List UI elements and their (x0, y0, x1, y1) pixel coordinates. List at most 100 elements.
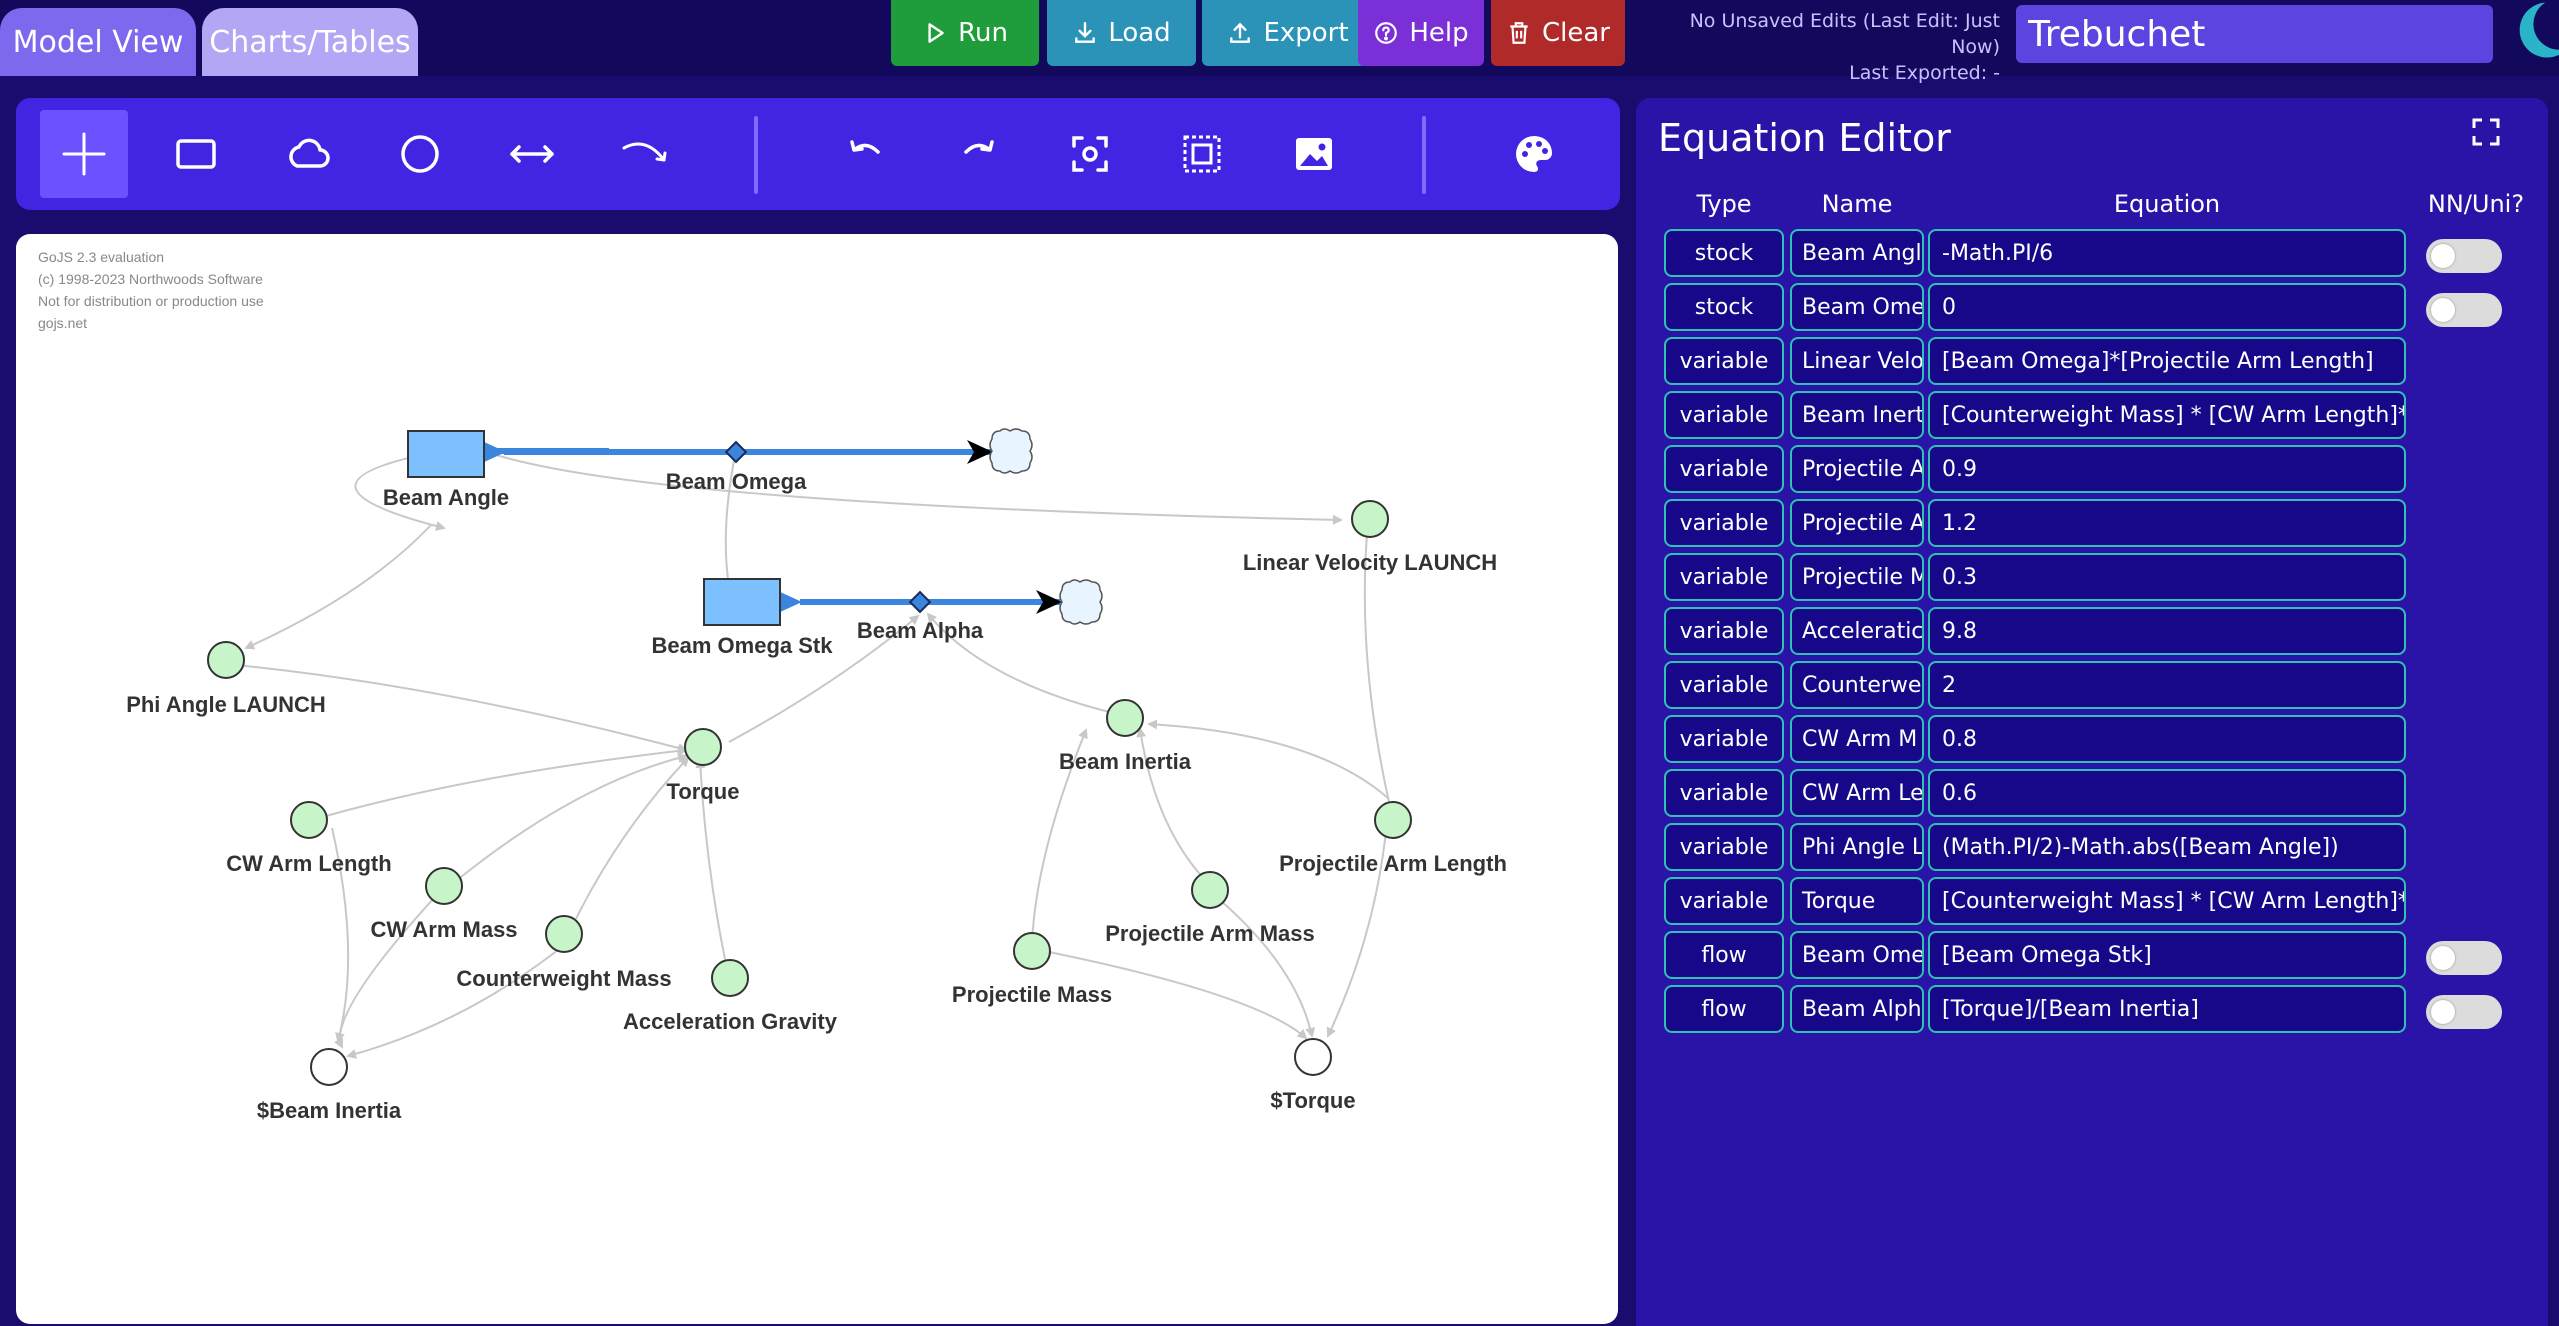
equation-row: variable Linear Velo [Beam Omega]*[Proje… (1636, 334, 2548, 388)
tab-model-view[interactable]: Model View (0, 8, 196, 76)
export-image-button[interactable] (1270, 110, 1358, 198)
cloud-node (989, 428, 1033, 474)
equation-field[interactable]: [Torque]/[Beam Inertia] (1928, 985, 2406, 1033)
name-field[interactable]: Projectile A (1790, 499, 1924, 547)
palette-button[interactable] (1490, 110, 1578, 198)
influence-tool-button[interactable] (600, 110, 688, 198)
equation-row: stock Beam Ome 0 (1636, 280, 2548, 334)
node-label: Projectile Mass (952, 982, 1112, 1007)
name-field[interactable]: Acceleratic (1790, 607, 1924, 655)
type-cell: variable (1664, 661, 1784, 709)
influence-link (1212, 893, 1316, 1038)
name-field[interactable]: Projectile A (1790, 445, 1924, 493)
cw-arm-length-node (290, 801, 328, 839)
help-button[interactable]: Help (1358, 0, 1484, 66)
equation-field[interactable]: [Counterweight Mass] * [CW Arm Length]*[… (1928, 877, 2406, 925)
help-label: Help (1409, 18, 1469, 48)
equation-field[interactable]: [Beam Omega]*[Projectile Arm Length] (1928, 337, 2406, 385)
projectile-arm-length-node (1374, 801, 1412, 839)
node-label: Torque (667, 779, 740, 804)
node-label: Projectile Arm Length (1279, 851, 1507, 876)
model-canvas[interactable]: GoJS 2.3 evaluation (c) 1998-2023 Northw… (16, 234, 1618, 1324)
name-field[interactable]: Beam Alph (1790, 985, 1924, 1033)
cloud-icon (289, 138, 330, 168)
save-status: No Unsaved Edits (Last Edit: Just Now) L… (1640, 8, 2000, 86)
undo-icon (850, 140, 880, 154)
equation-field[interactable]: 0.6 (1928, 769, 2406, 817)
node-label: Beam Alpha (857, 618, 984, 643)
influence-link (475, 447, 1343, 525)
name-field[interactable]: Phi Angle L (1790, 823, 1924, 871)
circle-icon (401, 135, 439, 173)
type-cell: stock (1664, 283, 1784, 331)
clear-button[interactable]: Clear (1491, 0, 1625, 66)
run-label: Run (958, 18, 1008, 48)
nn-toggle[interactable] (2426, 293, 2502, 327)
beam-omega-stk-stock (703, 578, 781, 626)
center-view-button[interactable] (1046, 110, 1134, 198)
name-field[interactable]: Projectile M (1790, 553, 1924, 601)
name-field[interactable]: Linear Velo (1790, 337, 1924, 385)
equation-row: variable Beam Inert [Counterweight Mass]… (1636, 388, 2548, 442)
load-button[interactable]: Load (1047, 0, 1196, 66)
type-cell: flow (1664, 985, 1784, 1033)
name-field[interactable]: Beam Inert (1790, 391, 1924, 439)
pointer-tool-button[interactable] (40, 110, 128, 198)
export-status-text: Last Exported: - (1849, 62, 2000, 84)
flow-tool-button[interactable] (488, 110, 576, 198)
palette-icon (1516, 136, 1553, 172)
export-label: Export (1263, 18, 1349, 48)
type-cell: variable (1664, 607, 1784, 655)
double-arrow-icon (510, 145, 554, 163)
type-cell: variable (1664, 769, 1784, 817)
equation-field[interactable]: [Counterweight Mass] * [CW Arm Length]**… (1928, 391, 2406, 439)
influence-link (334, 884, 447, 1049)
variable-tool-button[interactable] (376, 110, 464, 198)
select-all-button[interactable] (1158, 110, 1246, 198)
export-button[interactable]: Export (1202, 0, 1374, 66)
name-field[interactable]: Beam Ome (1790, 283, 1924, 331)
equation-field[interactable]: 2 (1928, 661, 2406, 709)
cloud-tool-button[interactable] (264, 110, 352, 198)
torque-node (684, 728, 722, 766)
fullscreen-icon[interactable] (2472, 118, 2500, 146)
run-button[interactable]: Run (891, 0, 1039, 66)
equation-field[interactable]: 9.8 (1928, 607, 2406, 655)
name-field[interactable]: Beam Angl (1790, 229, 1924, 277)
equation-field[interactable]: 0.8 (1928, 715, 2406, 763)
stock-flow-diagram[interactable]: Beam Angle Beam Omega Linear Velocity LA… (16, 234, 1618, 1324)
equation-field[interactable]: 0.9 (1928, 445, 2406, 493)
edit-status-text: No Unsaved Edits (Last Edit: Just Now) (1689, 10, 2000, 58)
top-bar: Model View Charts/Tables Run Load Export… (0, 0, 2559, 84)
nn-toggle[interactable] (2426, 239, 2502, 273)
nn-toggle[interactable] (2426, 941, 2502, 975)
equation-row: variable Projectile A 0.9 (1636, 442, 2548, 496)
equation-field[interactable]: [Beam Omega Stk] (1928, 931, 2406, 979)
name-field[interactable]: CW Arm M (1790, 715, 1924, 763)
tab-charts-tables[interactable]: Charts/Tables (202, 8, 418, 76)
equation-field[interactable]: 0 (1928, 283, 2406, 331)
nn-toggle[interactable] (2426, 995, 2502, 1029)
equation-field[interactable]: 1.2 (1928, 499, 2406, 547)
name-field[interactable]: Torque (1790, 877, 1924, 925)
name-field[interactable]: Beam Ome (1790, 931, 1924, 979)
redo-icon (964, 140, 994, 154)
type-cell: variable (1664, 553, 1784, 601)
undo-button[interactable] (822, 110, 910, 198)
equation-field[interactable]: 0.3 (1928, 553, 2406, 601)
stock-tool-button[interactable] (152, 110, 240, 198)
name-field[interactable]: Counterwe (1790, 661, 1924, 709)
toolbar-divider (754, 116, 758, 194)
node-label: Counterweight Mass (456, 966, 671, 991)
name-field[interactable]: CW Arm Le (1790, 769, 1924, 817)
equation-field[interactable]: -Math.PI/6 (1928, 229, 2406, 277)
redo-button[interactable] (934, 110, 1022, 198)
moon-icon[interactable] (2500, 0, 2559, 60)
equation-field[interactable]: (Math.PI/2)-Math.abs([Beam Angle]) (1928, 823, 2406, 871)
play-icon (928, 23, 944, 43)
influence-link (244, 523, 433, 650)
type-cell: variable (1664, 391, 1784, 439)
model-title-input[interactable] (2016, 5, 2493, 63)
equation-row: flow Beam Ome [Beam Omega Stk] (1636, 928, 2548, 982)
column-header-type: Type (1696, 190, 1752, 218)
